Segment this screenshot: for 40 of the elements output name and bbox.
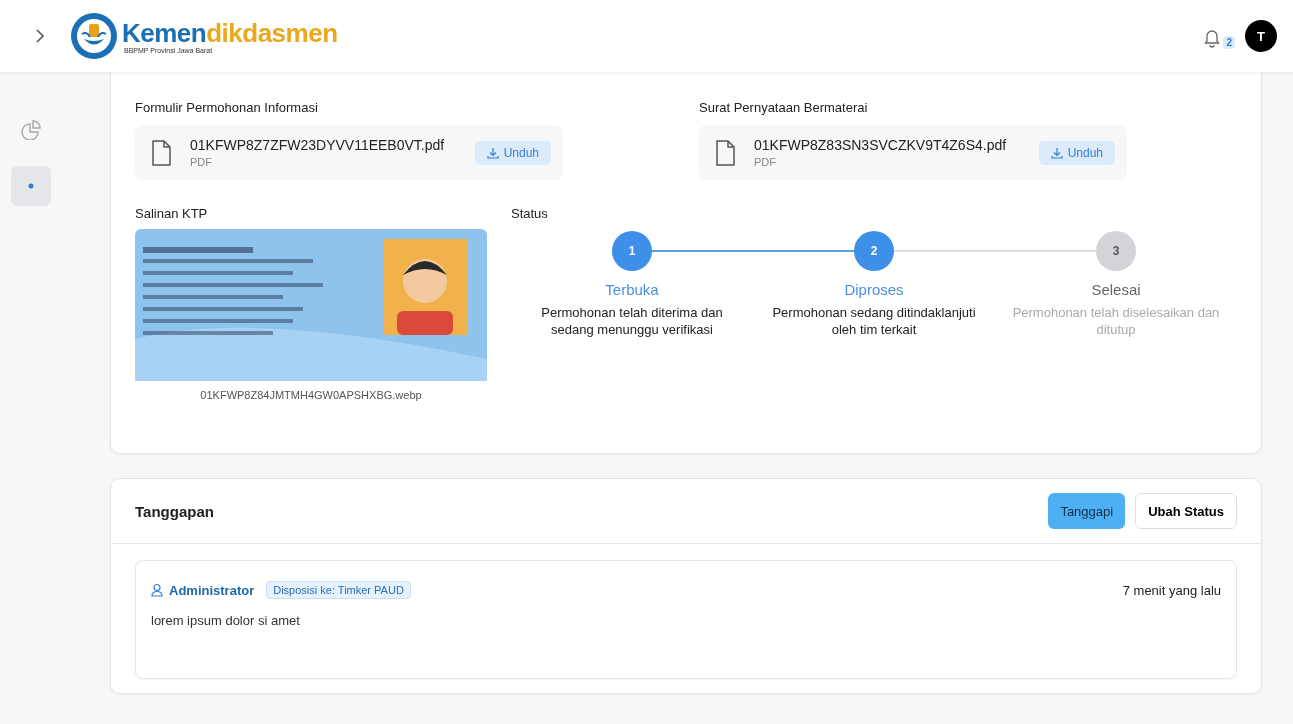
logo-text: Kemendikdasmen (122, 18, 338, 47)
notification-count: 2 (1223, 36, 1235, 49)
action-button[interactable]: Ubah Status (1135, 493, 1237, 529)
download-icon (486, 146, 499, 159)
timestamp: 7 menit yang lalu (1122, 582, 1221, 598)
section-label: Surat Pernyataan Bermaterai (699, 100, 869, 115)
step-indicator: 1 (612, 231, 652, 271)
file-name: 01KFWP8Z7ZFW23DYVV11EEB0VT.pdf (190, 137, 445, 153)
file-name: 01KFWP8Z84JMTMH4GW0APSHXBG.webp (199, 389, 423, 401)
download-button[interactable]: Unduh (474, 140, 551, 165)
step-title: Selesai (1091, 281, 1141, 298)
step-description: Permohonan telah diselesaikan dan ditutup (1011, 304, 1221, 338)
section-label: Salinan KTP (135, 206, 209, 221)
file-icon (151, 139, 172, 166)
response-text: lorem ipsum dolor si amet (151, 613, 301, 628)
avatar[interactable]: T (1245, 20, 1277, 52)
author-name: Administrator (169, 582, 255, 598)
chevron-right-icon (33, 28, 47, 44)
file-name: 01KFWP8Z83SN3SVCZKV9T4Z6S4.pdf (754, 137, 1007, 153)
download-icon (1050, 146, 1063, 159)
bell-icon (1203, 28, 1222, 48)
file-type: PDF (754, 156, 777, 168)
action-button[interactable]: Tanggapi (1048, 493, 1126, 529)
section-title: Tanggapan (135, 502, 214, 520)
user-icon (151, 583, 163, 597)
step-title: Diproses (844, 281, 904, 298)
section-label: Formulir Permohonan Informasi (135, 100, 319, 115)
download-button[interactable]: Unduh (1038, 140, 1115, 165)
file-icon (715, 139, 736, 166)
chart-icon (21, 120, 41, 140)
step-description: Permohonan sedang ditindaklanjuti oleh tim terkait (771, 304, 977, 338)
file-type: PDF (190, 156, 213, 168)
step-indicator: 2 (854, 231, 894, 271)
step-indicator: 3 (1096, 231, 1136, 271)
disposition-tag: Disposisi ke: Timker PAUD (266, 581, 411, 599)
section-label: Status (511, 206, 549, 221)
emblem-logo (70, 12, 118, 60)
step-title: Terbuka (605, 281, 659, 298)
step-description: Permohonan telah diterima dan sedang menunggu verifikasi (540, 304, 724, 338)
dot-icon (28, 183, 34, 189)
